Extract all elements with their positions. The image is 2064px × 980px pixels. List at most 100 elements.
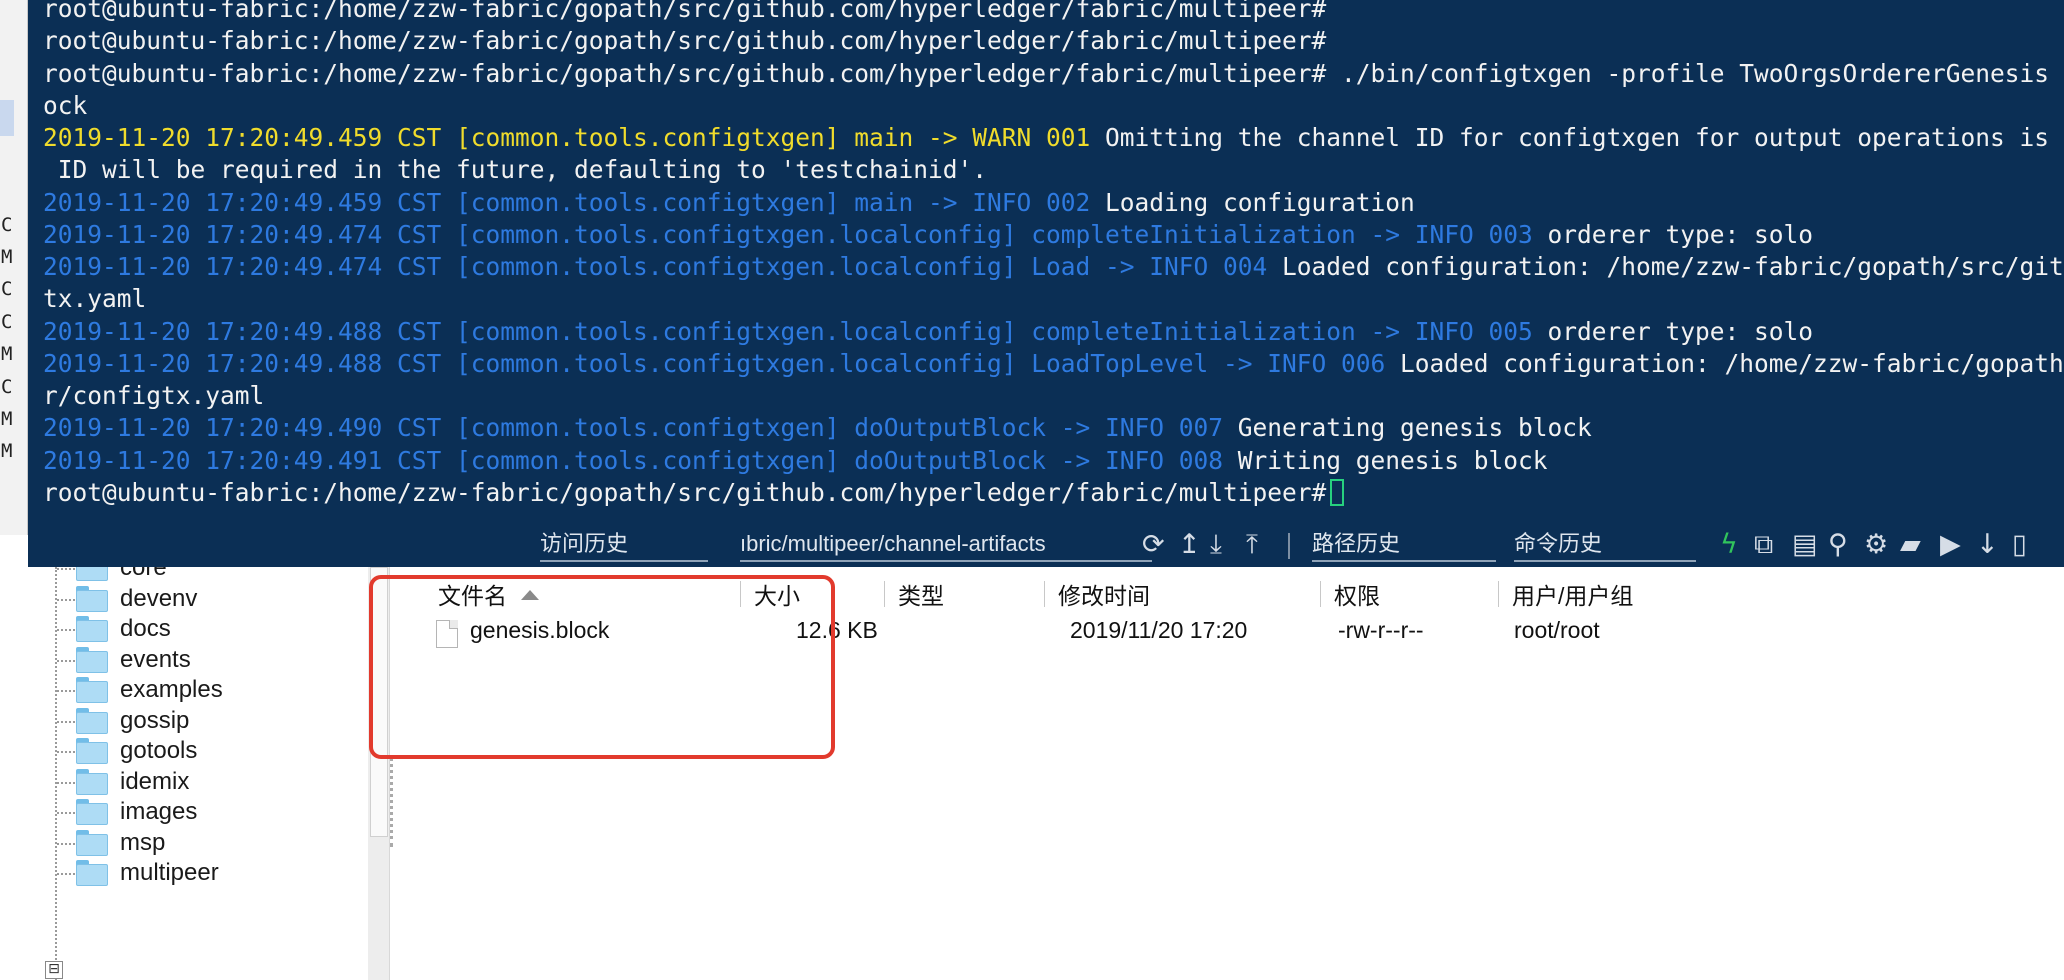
column-divider[interactable]: [1044, 581, 1045, 607]
terminal-line: 2019-11-20 17:20:49.491 CST [common.tool…: [43, 445, 1548, 477]
terminal-line: root@ubuntu-fabric:/home/zzw-fabric/gopa…: [43, 58, 2064, 90]
left-strip-char: C: [1, 376, 13, 398]
path-input[interactable]: ıbric/multipeer/channel-artifacts: [740, 528, 1152, 562]
folder-open-icon[interactable]: ▰: [1900, 527, 1921, 563]
folder-icon: [76, 646, 108, 673]
terminal-line: 2019-11-20 17:20:49.490 CST [common.tool…: [43, 412, 1592, 444]
column-header-permissions[interactable]: 权限: [1334, 577, 1380, 609]
path-history-field[interactable]: 路径历史: [1312, 528, 1496, 562]
terminal-text: 2019-11-20 17:20:49.491 CST [common.tool…: [43, 445, 1224, 475]
terminal-line: 2019-11-20 17:20:49.459 CST [common.tool…: [43, 187, 1415, 219]
up-directory-icon[interactable]: ↥: [1178, 527, 1201, 563]
left-window-strip: C M C C M C M M: [0, 0, 28, 535]
terminal-text: 2019-11-20 17:20:49.488 CST [common.tool…: [43, 316, 1533, 346]
tree-item-label: gossip: [120, 706, 190, 734]
tree-item-label: msp: [120, 828, 166, 856]
left-strip-char: C: [1, 311, 13, 333]
folder-icon: [76, 616, 108, 642]
terminal-text: root@ubuntu-fabric:/home/zzw-fabric/gopa…: [43, 477, 1327, 507]
refresh-icon[interactable]: ⟳: [1142, 527, 1165, 563]
panel-resize-grip[interactable]: [390, 757, 398, 847]
left-strip-char: M: [1, 343, 13, 365]
terminal-text: Writing genesis block: [1223, 445, 1548, 475]
terminal-text: root@ubuntu-fabric:/home/zzw-fabric/gopa…: [43, 0, 1327, 23]
terminal-text: tx.yaml: [43, 284, 147, 314]
tree-item-label: examples: [120, 676, 223, 703]
column-divider[interactable]: [1320, 581, 1321, 607]
terminal-output[interactable]: root@ubuntu-fabric:/home/zzw-fabric/gopa…: [28, 0, 2064, 525]
file-permissions: -rw-r--r--: [1338, 617, 1424, 643]
column-header-type[interactable]: 类型: [898, 577, 944, 609]
upload-icon[interactable]: ⤒: [1246, 527, 1258, 563]
terminal-text: Generating genesis block: [1223, 413, 1592, 443]
collapse-icon[interactable]: ⊟: [45, 961, 63, 979]
arrow-down-icon[interactable]: ↓: [1976, 527, 1999, 563]
terminal-text: 2019-11-20 17:20:49.488 CST [common.tool…: [43, 348, 1386, 378]
left-strip-char: C: [1, 214, 13, 236]
tree-item-label: idemix: [120, 767, 190, 795]
terminal-text: root@ubuntu-fabric:/home/zzw-fabric/gopa…: [43, 26, 1327, 56]
play-icon[interactable]: ▶: [1940, 527, 1961, 563]
terminal-text: orderer type: solo: [1532, 219, 1814, 249]
terminal-text: Loaded configuration: /home/zzw-fabric/g…: [1282, 252, 2064, 281]
copy-icon[interactable]: ⧉: [1754, 527, 1773, 563]
file-owner: root/root: [1514, 617, 1600, 643]
terminal-line: 2019-11-20 17:20:49.459 CST [common.tool…: [43, 122, 2064, 154]
tree-item-label: gotools: [120, 737, 198, 764]
search-icon[interactable]: ⚲: [1828, 527, 1848, 563]
command-history-field[interactable]: 命令历史: [1514, 528, 1696, 562]
column-divider[interactable]: [884, 581, 885, 607]
left-strip-char: M: [1, 246, 13, 268]
file-browser: ⊟ core devenv docs events examples gossip goto…: [28, 567, 2064, 980]
terminal-line: 2019-11-20 17:20:49.474 CST [common.tool…: [43, 219, 1813, 251]
gear-icon[interactable]: ⚙: [1864, 527, 1888, 563]
toolbar-divider: [1288, 533, 1290, 559]
column-divider[interactable]: [1498, 581, 1499, 607]
terminal-text: Loading configuration: [1090, 187, 1415, 217]
tree-item-label: images: [120, 798, 198, 825]
tree-item-label: events: [120, 645, 191, 673]
terminal-line: ID will be required in the future, defau…: [43, 154, 987, 186]
left-strip-selection: [0, 100, 14, 136]
sftp-toolbar: 访问历史 ıbric/multipeer/channel-artifacts ⟳…: [28, 525, 2064, 567]
file-modified: 2019/11/20 17:20: [1070, 617, 1248, 643]
directory-tree: ⊟ core devenv docs events examples gossip goto…: [28, 567, 390, 980]
tree-item-label: multipeer: [120, 859, 219, 886]
paste-icon[interactable]: ▤: [1792, 527, 1818, 563]
terminal-text: ID will be required in the future, defau…: [43, 155, 988, 185]
terminal-text: root@ubuntu-fabric:/home/zzw-fabric/gopa…: [43, 58, 2064, 88]
terminal-line: root@ubuntu-fabric:/home/zzw-fabric/gopa…: [43, 25, 1326, 57]
folder-icon: [76, 768, 108, 795]
terminal-text: orderer type: solo: [1532, 316, 1814, 346]
terminal-text: Loaded configuration: /home/zzw-fabric/g…: [1400, 348, 2064, 378]
terminal-line: root@ubuntu-fabric:/home/zzw-fabric/gopa…: [43, 477, 1345, 509]
left-strip-char: M: [1, 440, 13, 462]
terminal-line: root@ubuntu-fabric:/home/zzw-fabric/gopa…: [43, 0, 1326, 25]
terminal-line: 2019-11-20 17:20:49.488 CST [common.tool…: [43, 316, 1813, 348]
terminal-text: 2019-11-20 17:20:49.459 CST [common.tool…: [43, 187, 1091, 217]
tree-item-label: docs: [120, 615, 171, 642]
terminal-cursor: [1330, 478, 1345, 506]
terminal-line: 2019-11-20 17:20:49.488 CST [common.tool…: [43, 348, 2064, 380]
folder-icon: [76, 707, 108, 734]
highlight-annotation-box: [369, 575, 835, 759]
column-header-owner[interactable]: 用户/用户组: [1512, 577, 1633, 609]
terminal-line: r/configtx.yaml: [43, 380, 264, 412]
terminal-text: 2019-11-20 17:20:49.474 CST [common.tool…: [43, 219, 1533, 249]
column-header-modified[interactable]: 修改时间: [1058, 577, 1150, 609]
lightning-icon[interactable]: ϟ: [1720, 527, 1738, 563]
terminal-line: 2019-11-20 17:20:49.474 CST [common.tool…: [43, 251, 2064, 283]
folder-icon: [76, 585, 108, 612]
terminal-line: tx.yaml: [43, 283, 146, 315]
folder-icon: [76, 799, 108, 825]
download-icon[interactable]: ⤓: [1210, 527, 1222, 563]
terminal-text: 2019-11-20 17:20:49.459 CST [common.tool…: [43, 123, 1091, 152]
terminal-text: ock: [43, 90, 88, 120]
tree-item-multipeer[interactable]: multipeer: [48, 854, 219, 892]
visit-history-field[interactable]: 访问历史: [540, 528, 708, 562]
terminal-line: ock: [43, 90, 87, 122]
terminal-text: 2019-11-20 17:20:49.474 CST [common.tool…: [43, 252, 1268, 281]
left-strip-char: C: [1, 278, 13, 300]
terminal-text: 2019-11-20 17:20:49.490 CST [common.tool…: [43, 413, 1224, 443]
more-icon[interactable]: ▯: [2012, 527, 2027, 563]
